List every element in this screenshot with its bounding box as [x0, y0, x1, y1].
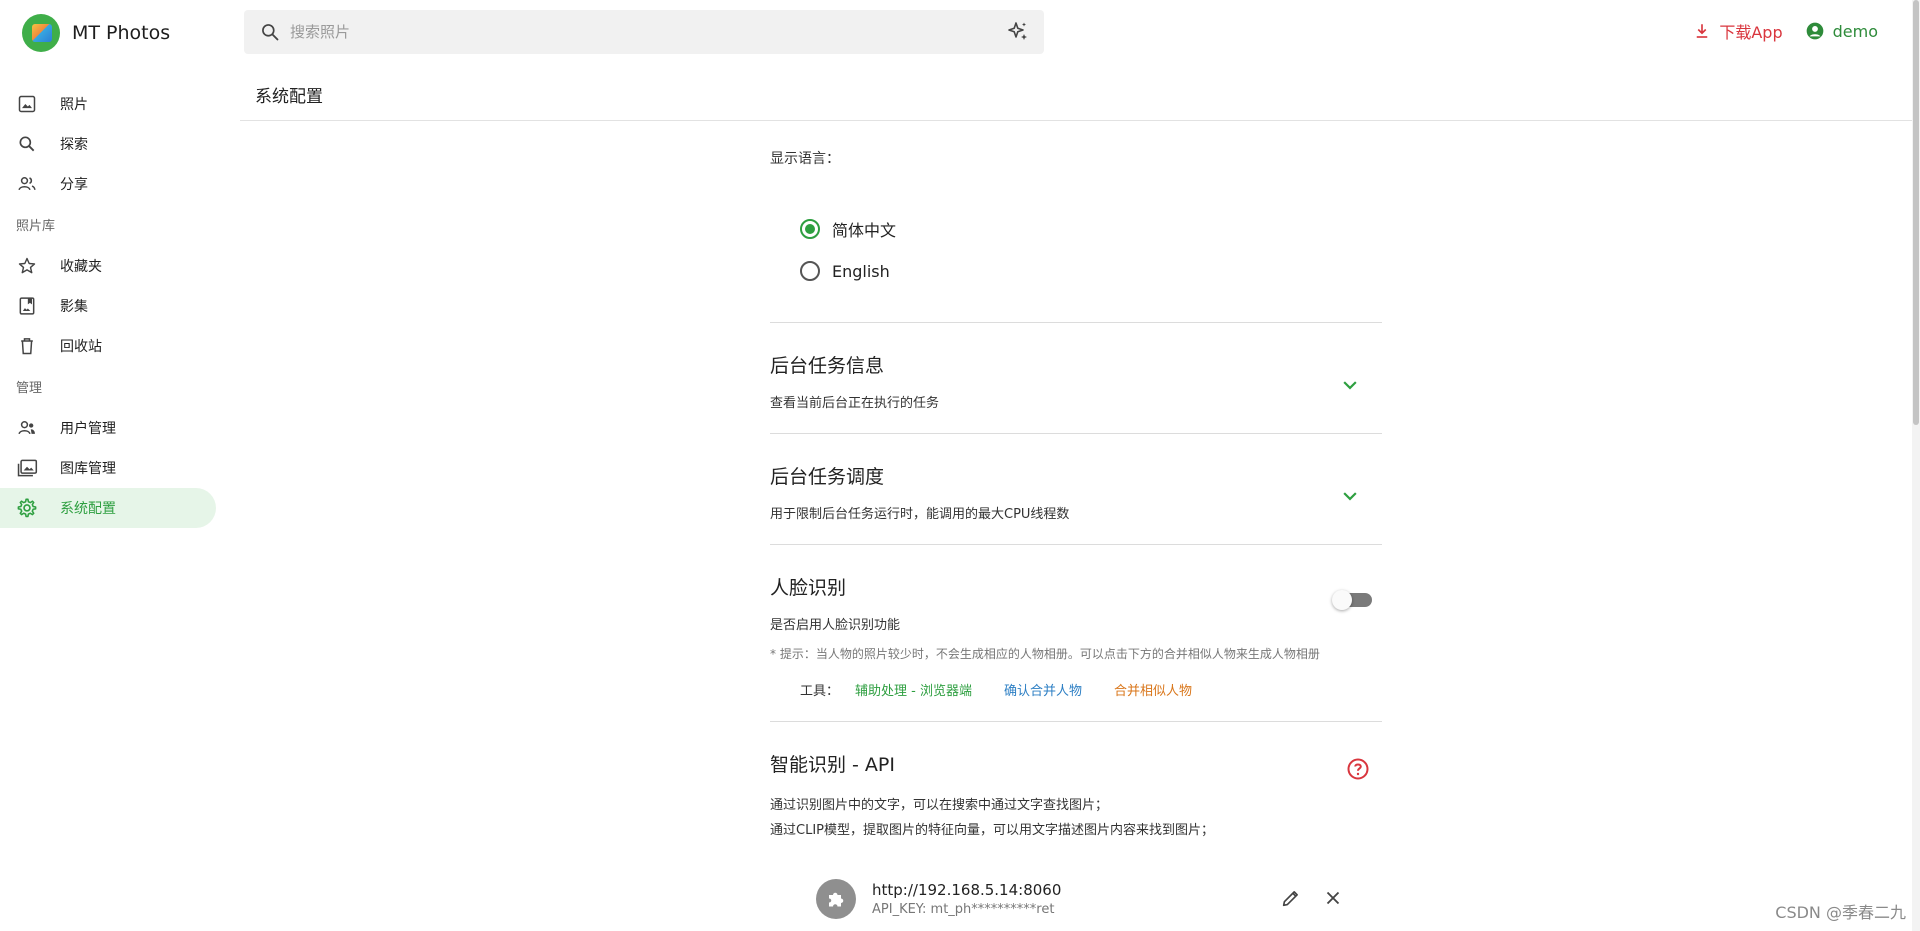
sidebar-item-gallery-management[interactable]: 图库管理 [0, 448, 216, 488]
logo-icon [22, 14, 60, 52]
gear-icon [16, 497, 38, 519]
language-option-en[interactable]: English [800, 250, 1382, 292]
account-circle-icon [1806, 22, 1823, 40]
tool-browser-assist-link[interactable]: 辅助处理 - 浏览器端 [855, 680, 972, 699]
face-hint: * 提示：当人物的照片较少时，不会生成相应的人物相册。可以点击下方的合并相似人物… [770, 647, 1320, 661]
sidebar-item-label: 影集 [60, 299, 88, 315]
section-title: 人脸识别 [770, 577, 847, 599]
sidebar-item-label: 图库管理 [60, 461, 116, 477]
language-option-zh[interactable]: 简体中文 [800, 208, 1382, 250]
edit-pencil-icon[interactable] [1280, 887, 1302, 909]
sidebar-item-favorites[interactable]: 收藏夹 [0, 246, 216, 286]
search-icon [262, 24, 279, 41]
language-label: 显示语言： [770, 151, 840, 167]
ai-api-line: 通过CLIP模型，提取图片的特征向量，可以用文字描述图片内容来找到图片； [770, 823, 1214, 838]
sidebar-item-photos[interactable]: 照片 [0, 84, 216, 124]
sidebar-item-label: 用户管理 [60, 421, 116, 437]
download-icon [1697, 24, 1708, 38]
face-recognition-toggle[interactable] [1332, 590, 1372, 610]
radio-checked-icon [800, 219, 820, 239]
people-icon [16, 173, 38, 195]
header-divider [240, 120, 1912, 121]
sidebar-item-label: 探索 [60, 137, 88, 153]
star-icon [16, 255, 38, 277]
sidebar-item-label: 收藏夹 [60, 259, 102, 275]
library-section-label: 照片库 [16, 219, 56, 234]
api-server-item: http://192.168.5.14:8060 API_KEY: mt_ph*… [770, 875, 1382, 923]
api-url: http://192.168.5.14:8060 [872, 881, 1062, 899]
download-app-button[interactable]: 下载App [1693, 19, 1783, 43]
face-tools: 工具： 辅助处理 - 浏览器端 确认合并人物 合并相似人物 [770, 680, 1382, 699]
section-description: 是否启用人脸识别功能 [770, 618, 901, 633]
sidebar-item-label: 回收站 [60, 339, 102, 355]
sidebar: 照片 探索 分享 照片库 收藏夹 影集 回收站 管理 用户管理 图库管理 系统配… [0, 84, 220, 528]
task-schedule-section[interactable]: 后台任务调度 用于限制后台任务运行时，能调用的最大CPU线程数 [770, 434, 1382, 544]
search-input[interactable] [290, 23, 1006, 41]
sidebar-item-trash[interactable]: 回收站 [0, 326, 216, 366]
toggle-knob [1332, 590, 1352, 610]
section-title: 后台任务信息 [770, 355, 885, 377]
users-icon [16, 417, 38, 439]
download-app-label: 下载App [1719, 23, 1783, 42]
help-circle-icon[interactable] [1346, 757, 1370, 785]
section-title: 后台任务调度 [770, 466, 885, 488]
settings-panel: 显示语言： 简体中文 English 后台任务信息 查看当前后台正在执行的任务 … [770, 148, 1382, 931]
user-menu[interactable]: demo [1805, 21, 1878, 41]
tool-confirm-merge-link[interactable]: 确认合并人物 [1004, 680, 1082, 699]
section-title: 智能识别 - API [770, 754, 895, 776]
sidebar-item-user-management[interactable]: 用户管理 [0, 408, 216, 448]
api-key: API_KEY: mt_ph**********ret [872, 902, 1055, 917]
user-name: demo [1832, 21, 1878, 41]
trash-icon [16, 335, 38, 357]
sidebar-item-label: 照片 [60, 97, 88, 113]
chevron-down-icon[interactable] [1340, 486, 1360, 510]
language-radio-group: 简体中文 English [770, 208, 1382, 292]
ai-api-line: 通过识别图片中的文字，可以在搜索中通过文字查找图片； [770, 798, 1109, 813]
sidebar-item-albums[interactable]: 影集 [0, 286, 216, 326]
language-option-label: 简体中文 [832, 221, 897, 240]
radio-unchecked-icon [800, 261, 820, 281]
section-description: 用于限制后台任务运行时，能调用的最大CPU线程数 [770, 507, 1070, 522]
sidebar-item-explore[interactable]: 探索 [0, 124, 216, 164]
sidebar-item-label: 系统配置 [60, 501, 116, 517]
puzzle-icon [816, 879, 856, 919]
close-icon[interactable] [1322, 887, 1344, 909]
sidebar-item-share[interactable]: 分享 [0, 164, 216, 204]
app-title: MT Photos [72, 22, 171, 44]
tool-merge-similar-link[interactable]: 合并相似人物 [1114, 680, 1192, 699]
image-icon [16, 93, 38, 115]
search-icon [16, 133, 38, 155]
tools-label: 工具： [800, 684, 840, 699]
chevron-down-icon[interactable] [1340, 375, 1360, 399]
app-logo[interactable]: MT Photos [22, 14, 170, 52]
sidebar-item-system-settings[interactable]: 系统配置 [0, 488, 216, 528]
vertical-scrollbar[interactable] [1912, 0, 1920, 931]
ai-sparkle-icon[interactable] [1006, 20, 1030, 44]
scrollbar-thumb[interactable] [1913, 0, 1919, 425]
search-bar[interactable] [244, 10, 1044, 54]
section-description: 查看当前后台正在执行的任务 [770, 396, 940, 411]
language-option-label: English [832, 261, 890, 281]
ai-api-section: 智能识别 - API 通过识别图片中的文字，可以在搜索中通过文字查找图片； 通过… [770, 722, 1382, 931]
watermark: CSDN @季春二九 [1775, 903, 1906, 922]
admin-section-label: 管理 [16, 381, 43, 396]
sidebar-item-label: 分享 [60, 177, 88, 193]
page-title: 系统配置 [255, 87, 323, 107]
gallery-icon [16, 457, 38, 479]
task-info-section[interactable]: 后台任务信息 查看当前后台正在执行的任务 [770, 323, 1382, 433]
face-recognition-section: 人脸识别 是否启用人脸识别功能 * 提示：当人物的照片较少时，不会生成相应的人物… [770, 545, 1382, 721]
album-icon [16, 295, 38, 317]
